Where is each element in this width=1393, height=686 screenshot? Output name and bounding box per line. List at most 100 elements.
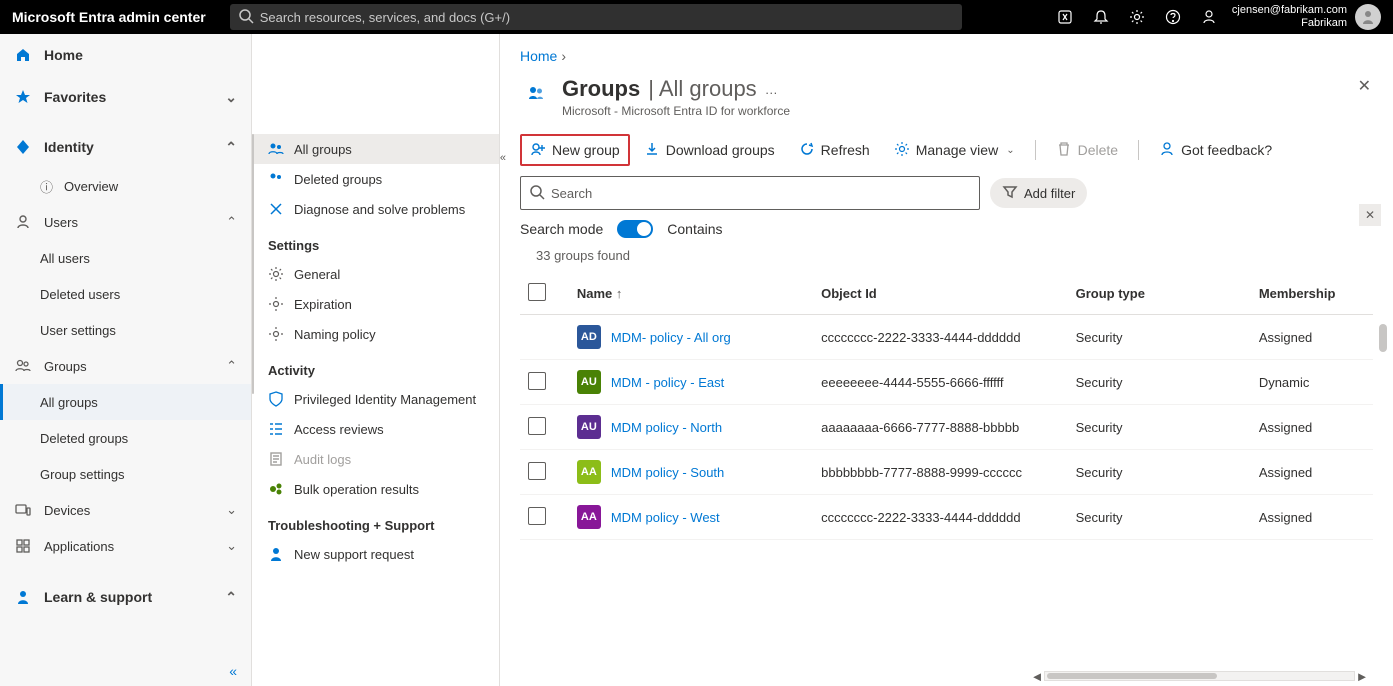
gear-icon bbox=[268, 296, 284, 312]
col-group-type[interactable]: Group type bbox=[1068, 273, 1251, 315]
refresh-button[interactable]: Refresh bbox=[789, 134, 880, 166]
search-placeholder: Search bbox=[551, 186, 592, 201]
subnav-bulk-results[interactable]: Bulk operation results bbox=[252, 474, 499, 504]
membership-cell: Assigned bbox=[1251, 315, 1373, 360]
group-name-link[interactable]: MDM- policy - All org bbox=[611, 330, 731, 345]
new-group-button[interactable]: New group bbox=[520, 134, 630, 166]
group-type-cell: Security bbox=[1068, 450, 1251, 495]
table-row[interactable]: AUMDM - policy - Easteeeeeeee-4444-5555-… bbox=[520, 360, 1373, 405]
sidebar-overview-label: Overview bbox=[64, 179, 118, 194]
add-filter-button[interactable]: Add filter bbox=[990, 178, 1087, 208]
subnav-pim[interactable]: Privileged Identity Management bbox=[252, 384, 499, 414]
membership-cell: Assigned bbox=[1251, 450, 1373, 495]
sidebar-users[interactable]: Users ⌃ bbox=[0, 204, 251, 240]
search-icon bbox=[238, 8, 254, 27]
global-search-placeholder: Search resources, services, and docs (G+… bbox=[260, 10, 510, 25]
bulk-icon bbox=[268, 481, 284, 497]
global-search[interactable]: Search resources, services, and docs (G+… bbox=[230, 4, 962, 30]
gear-icon bbox=[268, 266, 284, 282]
chevron-up-icon: ⌃ bbox=[225, 589, 237, 606]
group-name-link[interactable]: MDM policy - West bbox=[611, 510, 720, 525]
subnav-diagnose[interactable]: Diagnose and solve problems bbox=[252, 194, 499, 224]
sidebar-user-settings[interactable]: User settings bbox=[0, 312, 251, 348]
row-checkbox[interactable] bbox=[528, 417, 546, 435]
sidebar-collapse[interactable]: « bbox=[0, 656, 251, 686]
scroll-track[interactable] bbox=[1044, 671, 1355, 681]
subnav-new-support[interactable]: New support request bbox=[252, 539, 499, 569]
select-all-checkbox[interactable] bbox=[528, 283, 546, 301]
row-checkbox[interactable] bbox=[528, 507, 546, 525]
subnav-expiration[interactable]: Expiration bbox=[252, 289, 499, 319]
group-name-link[interactable]: MDM - policy - East bbox=[611, 375, 724, 390]
search-mode-value: Contains bbox=[667, 221, 722, 237]
close-blade-button[interactable]: ✕ bbox=[1358, 76, 1371, 96]
col-object-id[interactable]: Object Id bbox=[813, 273, 1067, 315]
manage-view-button[interactable]: Manage view ⌄ bbox=[884, 134, 1025, 166]
vertical-scrollbar-thumb[interactable] bbox=[1379, 324, 1387, 352]
search-mode-toggle[interactable] bbox=[617, 220, 653, 238]
sidebar-favorites[interactable]: Favorites ⌄ bbox=[0, 76, 251, 118]
object-id-cell: cccccccc-2222-3333-4444-dddddd bbox=[813, 495, 1067, 540]
sidebar-devices[interactable]: Devices ⌄ bbox=[0, 492, 251, 528]
sidebar-all-users[interactable]: All users bbox=[0, 240, 251, 276]
subnav-access-reviews[interactable]: Access reviews bbox=[252, 414, 499, 444]
horizontal-scrollbar[interactable]: ◄ ► bbox=[1030, 670, 1369, 682]
membership-cell: Assigned bbox=[1251, 495, 1373, 540]
sidebar-home[interactable]: Home bbox=[0, 34, 251, 76]
search-input[interactable]: Search bbox=[520, 176, 980, 210]
download-groups-button[interactable]: Download groups bbox=[634, 134, 785, 166]
download-icon bbox=[644, 141, 660, 160]
chevron-down-icon: ⌄ bbox=[225, 89, 237, 106]
feedback-icon[interactable] bbox=[1194, 2, 1224, 32]
result-count: 33 groups found bbox=[500, 244, 1393, 267]
group-badge: AA bbox=[577, 505, 601, 529]
subnav-general[interactable]: General bbox=[252, 259, 499, 289]
group-name-link[interactable]: MDM policy - South bbox=[611, 465, 724, 480]
col-membership[interactable]: Membership bbox=[1251, 273, 1373, 315]
table-row[interactable]: AUMDM policy - Northaaaaaaaa-6666-7777-8… bbox=[520, 405, 1373, 450]
sidebar-groups[interactable]: Groups ⌃ bbox=[0, 348, 251, 384]
sidebar-identity[interactable]: Identity ⌃ bbox=[0, 126, 251, 168]
refresh-icon bbox=[799, 141, 815, 160]
devices-icon bbox=[14, 502, 32, 518]
chevron-down-icon: ⌄ bbox=[226, 538, 237, 554]
scroll-left-arrow[interactable]: ◄ bbox=[1030, 669, 1044, 684]
subnav-naming-policy[interactable]: Naming policy bbox=[252, 319, 499, 349]
sidebar-learn-support[interactable]: Learn & support ⌃ bbox=[0, 576, 251, 618]
sidebar-deleted-groups[interactable]: Deleted groups bbox=[0, 420, 251, 456]
scroll-thumb[interactable] bbox=[1047, 673, 1217, 679]
row-checkbox[interactable] bbox=[528, 372, 546, 390]
main-content: Home › ✕ Groups | All groups … Microsoft… bbox=[500, 34, 1393, 686]
table-row[interactable]: AA MDM policy - West cccccccc-2222-3333-44… bbox=[520, 495, 1373, 540]
page-title-suffix: | All groups bbox=[648, 76, 756, 102]
settings-icon[interactable] bbox=[1122, 2, 1152, 32]
sidebar-overview[interactable]: ⓘ Overview bbox=[0, 168, 251, 204]
sidebar-deleted-users[interactable]: Deleted users bbox=[0, 276, 251, 312]
sidebar-applications[interactable]: Applications ⌄ bbox=[0, 528, 251, 564]
separator bbox=[1035, 140, 1036, 160]
group-name-link[interactable]: MDM policy - North bbox=[611, 420, 722, 435]
dismiss-callout-button[interactable]: ✕ bbox=[1359, 204, 1381, 226]
subnav-deleted-groups[interactable]: Deleted groups bbox=[252, 164, 499, 194]
sidebar-all-groups[interactable]: All groups bbox=[0, 384, 251, 420]
row-checkbox[interactable] bbox=[528, 462, 546, 480]
user-org: Fabrikam bbox=[1232, 17, 1347, 30]
avatar bbox=[1355, 4, 1381, 30]
scroll-right-arrow[interactable]: ► bbox=[1355, 669, 1369, 684]
copilot-icon[interactable] bbox=[1050, 2, 1080, 32]
sidebar-users-label: Users bbox=[44, 215, 78, 230]
got-feedback-button[interactable]: Got feedback? bbox=[1149, 134, 1282, 166]
col-name[interactable]: Name bbox=[569, 273, 813, 315]
sidebar-group-settings[interactable]: Group settings bbox=[0, 456, 251, 492]
account-menu[interactable]: cjensen@fabrikam.com Fabrikam bbox=[1232, 4, 1381, 30]
more-button[interactable]: … bbox=[765, 82, 778, 97]
table-row[interactable]: ADMDM- policy - All orgcccccccc-2222-333… bbox=[520, 315, 1373, 360]
help-icon[interactable] bbox=[1158, 2, 1188, 32]
home-icon bbox=[14, 47, 32, 63]
breadcrumb-home[interactable]: Home bbox=[520, 48, 557, 64]
table-row[interactable]: AAMDM policy - Southbbbbbbbb-7777-8888-9… bbox=[520, 450, 1373, 495]
chevron-up-icon: ⌃ bbox=[226, 358, 237, 374]
subnav-all-groups[interactable]: All groups bbox=[252, 134, 499, 164]
primary-sidebar: Home Favorites ⌄ Identity ⌃ ⓘ Overview U… bbox=[0, 34, 252, 686]
notifications-icon[interactable] bbox=[1086, 2, 1116, 32]
